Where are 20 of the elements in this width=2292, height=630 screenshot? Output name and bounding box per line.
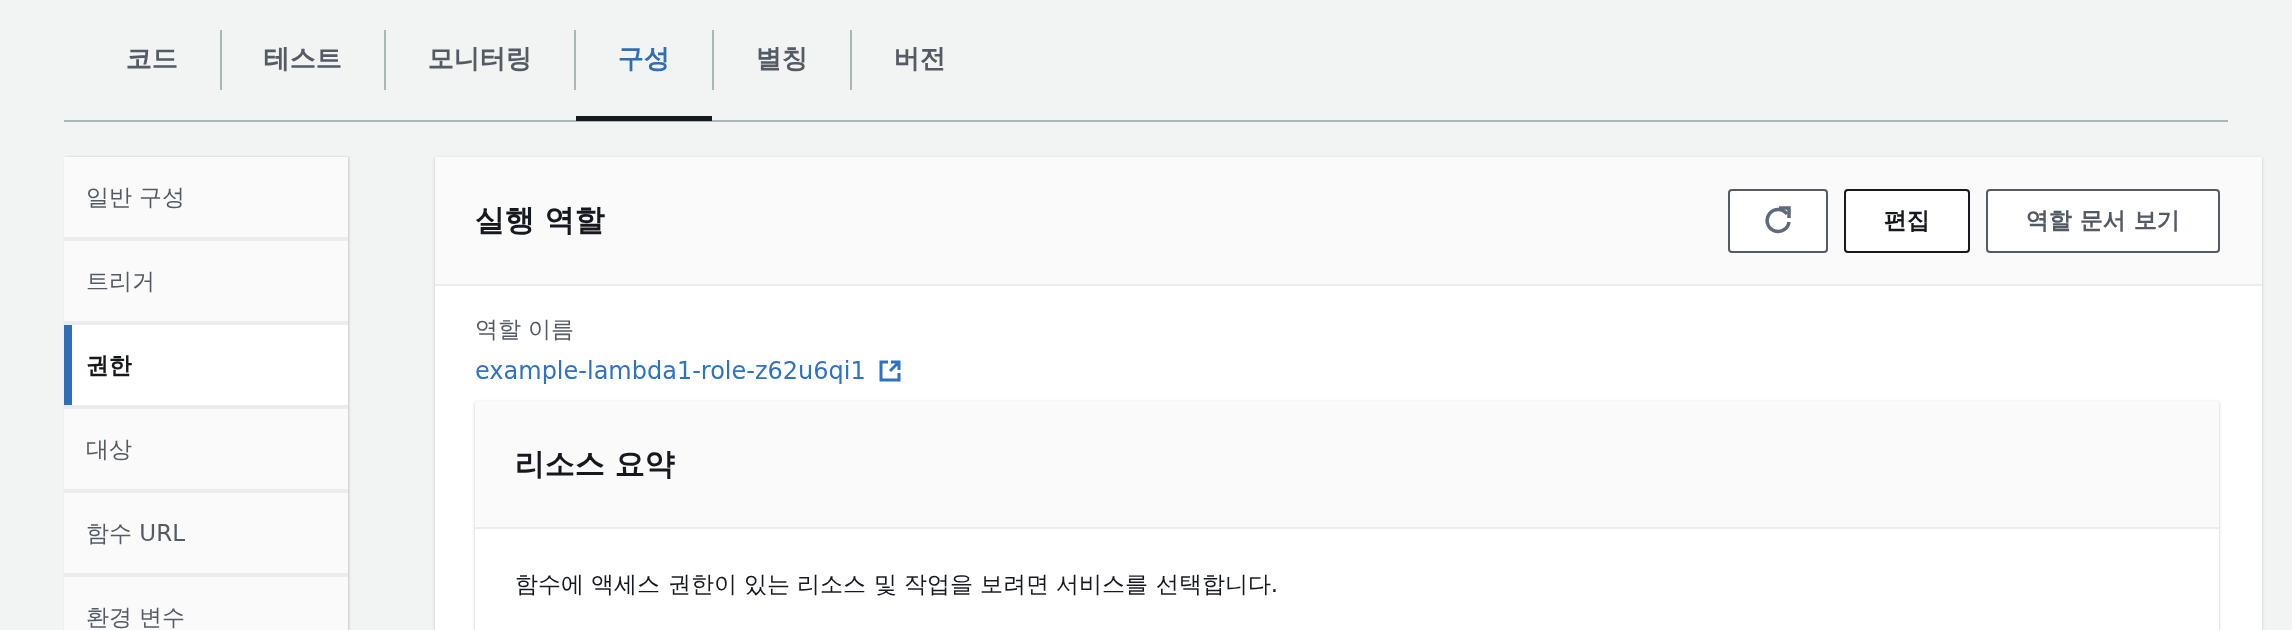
sidebar-item[interactable]: 권한 [64,325,348,405]
tab[interactable]: 테스트 [222,1,384,121]
tab[interactable]: 모니터링 [386,1,574,121]
sidebar-item[interactable]: 일반 구성 [64,157,348,237]
sidebar-item[interactable]: 환경 변수 [64,577,348,630]
panel-title: 실행 역할 [475,201,606,239]
sidebar-item[interactable]: 트리거 [64,241,348,321]
sidebar-item[interactable]: 대상 [64,409,348,489]
tab[interactable]: 코드 [84,1,220,121]
button[interactable]: 역할 문서 보기 [1986,188,2220,253]
summary-description: 함수에 액세스 권한이 있는 리소스 및 작업을 보려면 서비스를 선택합니다. [515,571,1279,597]
summary-title: 리소스 요약 [515,444,676,483]
button[interactable]: 편집 [1844,188,1970,253]
refresh-button[interactable] [1728,188,1828,253]
role-name-label: 역할 이름 [475,315,575,344]
tab[interactable]: 별칭 [714,1,850,121]
sidebar-item[interactable]: 함수 URL [64,493,348,573]
role-link[interactable]: example-lambda1-role-z62u6qi1 [475,357,866,385]
tab[interactable]: 버전 [852,1,988,121]
external-link-icon [877,359,902,383]
